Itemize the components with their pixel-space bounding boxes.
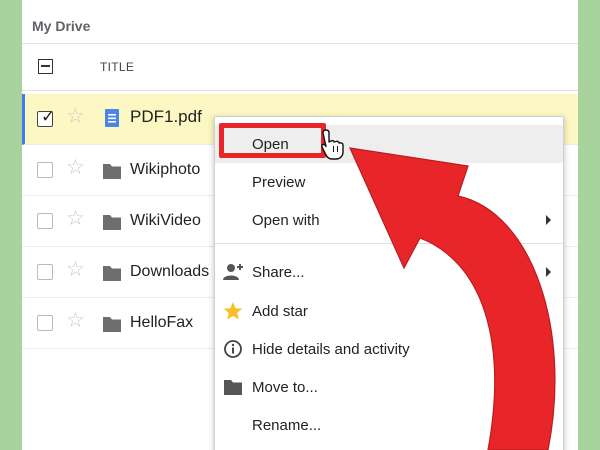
menu-item-move-to[interactable]: Move to... [215, 368, 563, 406]
folder-icon [103, 164, 121, 179]
menu-item-share[interactable]: Share... [215, 253, 563, 291]
select-all-checkbox[interactable] [38, 59, 53, 74]
star-outline-icon[interactable]: ☆ [66, 259, 85, 280]
submenu-arrow-icon [546, 215, 551, 225]
folder-icon [224, 380, 242, 395]
folder-icon [103, 266, 121, 281]
menu-item-label: Share... [252, 264, 305, 281]
pdf-file-icon [105, 109, 119, 127]
menu-item-label: Add star [252, 303, 308, 320]
list-header: TITLE [22, 44, 578, 90]
file-name[interactable]: PDF1.pdf [130, 107, 202, 127]
star-outline-icon[interactable]: ☆ [66, 208, 85, 229]
menu-separator [215, 243, 563, 244]
menu-item-add-star[interactable]: Add star [215, 292, 563, 330]
menu-item-label: Move to... [252, 379, 318, 396]
menu-item-hide-details[interactable]: Hide details and activity [215, 330, 563, 368]
file-name[interactable]: Downloads [130, 263, 209, 281]
row-checkbox[interactable]: ✓ [37, 107, 56, 127]
menu-item-label: Preview [252, 174, 306, 191]
menu-item-preview[interactable]: Preview [215, 163, 563, 201]
title-column-header[interactable]: TITLE [100, 60, 134, 74]
menu-item-label: Open with [252, 212, 320, 229]
info-icon [224, 340, 242, 358]
breadcrumb[interactable]: My Drive [32, 18, 90, 34]
list-divider [22, 90, 578, 91]
check-icon: ✓ [41, 107, 56, 126]
row-checkbox[interactable] [37, 315, 53, 331]
star-outline-icon[interactable]: ☆ [66, 310, 85, 331]
file-name[interactable]: Wikiphoto [130, 161, 200, 179]
row-checkbox[interactable] [37, 162, 53, 178]
context-menu: Open Preview Open with Share... Add star… [214, 116, 564, 450]
file-name[interactable]: WikiVideo [130, 212, 201, 230]
star-outline-icon[interactable]: ☆ [66, 106, 85, 127]
file-name[interactable]: HelloFax [130, 314, 193, 332]
menu-item-label: Hide details and activity [252, 341, 410, 358]
person-add-icon [223, 264, 243, 280]
submenu-arrow-icon [546, 267, 551, 277]
row-checkbox[interactable] [37, 264, 53, 280]
menu-item-label: Rename... [252, 417, 322, 434]
row-checkbox[interactable] [37, 213, 53, 229]
annotation-highlight-box [219, 123, 326, 158]
menu-item-open-with[interactable]: Open with [215, 201, 563, 239]
star-outline-icon[interactable]: ☆ [66, 157, 85, 178]
star-icon [223, 302, 243, 320]
folder-icon [103, 215, 121, 230]
menu-item-rename[interactable]: Rename... [215, 406, 563, 444]
folder-icon [103, 317, 121, 332]
